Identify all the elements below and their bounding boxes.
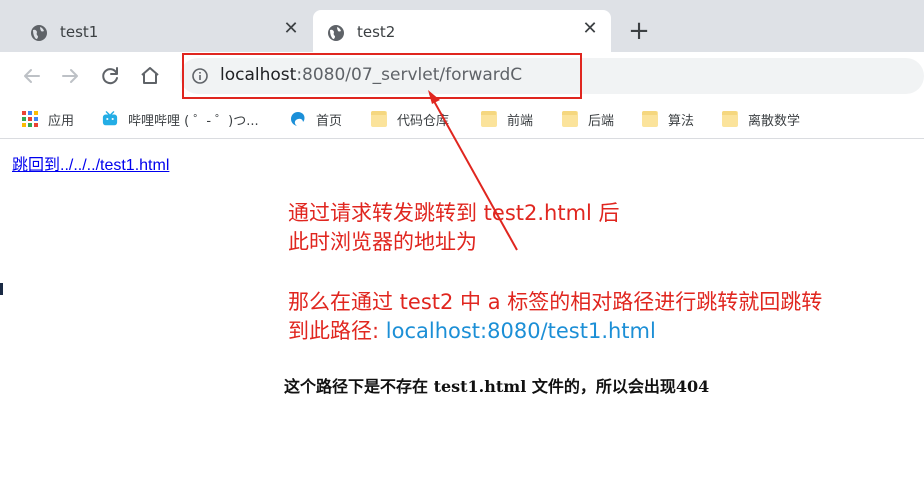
annotation-prefix: 到此路径:: [288, 319, 386, 343]
bookmark-folder-frontend[interactable]: 前端: [481, 108, 533, 130]
annotation-note-relative-path: 那么在通过 test2 中 a 标签的相对路径进行跳转就回跳转 到此路径: lo…: [288, 288, 822, 346]
tab-test2[interactable]: test2 ✕: [313, 10, 611, 52]
annotation-line: 通过请求转发跳转到 test2.html 后: [288, 201, 620, 225]
folder-icon: [481, 111, 497, 127]
bookmark-apps[interactable]: 应用: [22, 108, 74, 130]
annotation-note-404: 这个路径下是不存在 test1.html 文件的，所以会出现404: [284, 377, 710, 396]
bookmark-folder-discrete-math[interactable]: 离散数学: [722, 108, 800, 130]
folder-icon: [642, 111, 658, 127]
annotation-line: 此时浏览器的地址为: [288, 230, 477, 254]
bookmark-folder-backend[interactable]: 后端: [562, 108, 614, 130]
bookmark-label: 算法: [668, 113, 695, 129]
annotation-line: 那么在通过 test2 中 a 标签的相对路径进行跳转就回跳转: [288, 290, 823, 314]
folder-icon: [371, 111, 387, 127]
back-to-test1-link[interactable]: 跳回到../../../test1.html: [12, 151, 169, 175]
folder-icon: [562, 111, 578, 127]
tab-test1[interactable]: test1 ✕: [16, 10, 312, 52]
bookmark-label: 代码仓库: [397, 113, 450, 129]
bookmark-label: 后端: [588, 113, 615, 129]
annotation-url: localhost:8080/test1.html: [385, 319, 656, 343]
bookmark-label: 应用: [48, 113, 75, 129]
bookmark-label: 前端: [507, 113, 534, 129]
annotation-note-address: 通过请求转发跳转到 test2.html 后 此时浏览器的地址为: [288, 199, 620, 257]
close-icon[interactable]: ✕: [581, 20, 599, 38]
bookmark-bilibili[interactable]: 哔哩哔哩 ( ゜- ゜)つ...: [102, 108, 259, 130]
bookmark-label: 离散数学: [748, 113, 801, 129]
folder-icon: [722, 111, 738, 127]
arrow-left-icon[interactable]: [20, 64, 44, 88]
annotation-line: 到此路径: localhost:8080/test1.html: [288, 317, 822, 346]
home-icon[interactable]: [138, 64, 162, 88]
tab-title: test1: [60, 23, 99, 41]
bookmarks-bar: 应用 哔哩哔哩 ( ゜- ゜)つ... 首页 代码仓库 前端 后端 算法 离散数…: [0, 102, 924, 139]
bilibili-icon: [102, 111, 118, 126]
apps-grid-icon: [22, 111, 38, 127]
edge-marker: [0, 283, 3, 295]
url-highlight-box: [182, 53, 582, 99]
bookmark-home[interactable]: 首页: [290, 108, 342, 130]
globe-icon: [328, 25, 344, 41]
bookmark-folder-algorithms[interactable]: 算法: [642, 108, 694, 130]
arrow-right-icon[interactable]: [58, 64, 82, 88]
edge-icon: [291, 112, 305, 126]
globe-icon: [31, 25, 47, 41]
bookmark-label: 哔哩哔哩 ( ゜- ゜)つ...: [128, 113, 259, 129]
tab-strip: test1 ✕ test2 ✕ +: [0, 0, 924, 52]
close-icon[interactable]: ✕: [282, 20, 300, 38]
bookmark-label: 首页: [316, 113, 343, 129]
reload-icon[interactable]: [98, 64, 122, 88]
plus-icon[interactable]: +: [626, 18, 652, 46]
tab-title: test2: [357, 23, 396, 41]
bookmark-folder-code[interactable]: 代码仓库: [371, 108, 449, 130]
